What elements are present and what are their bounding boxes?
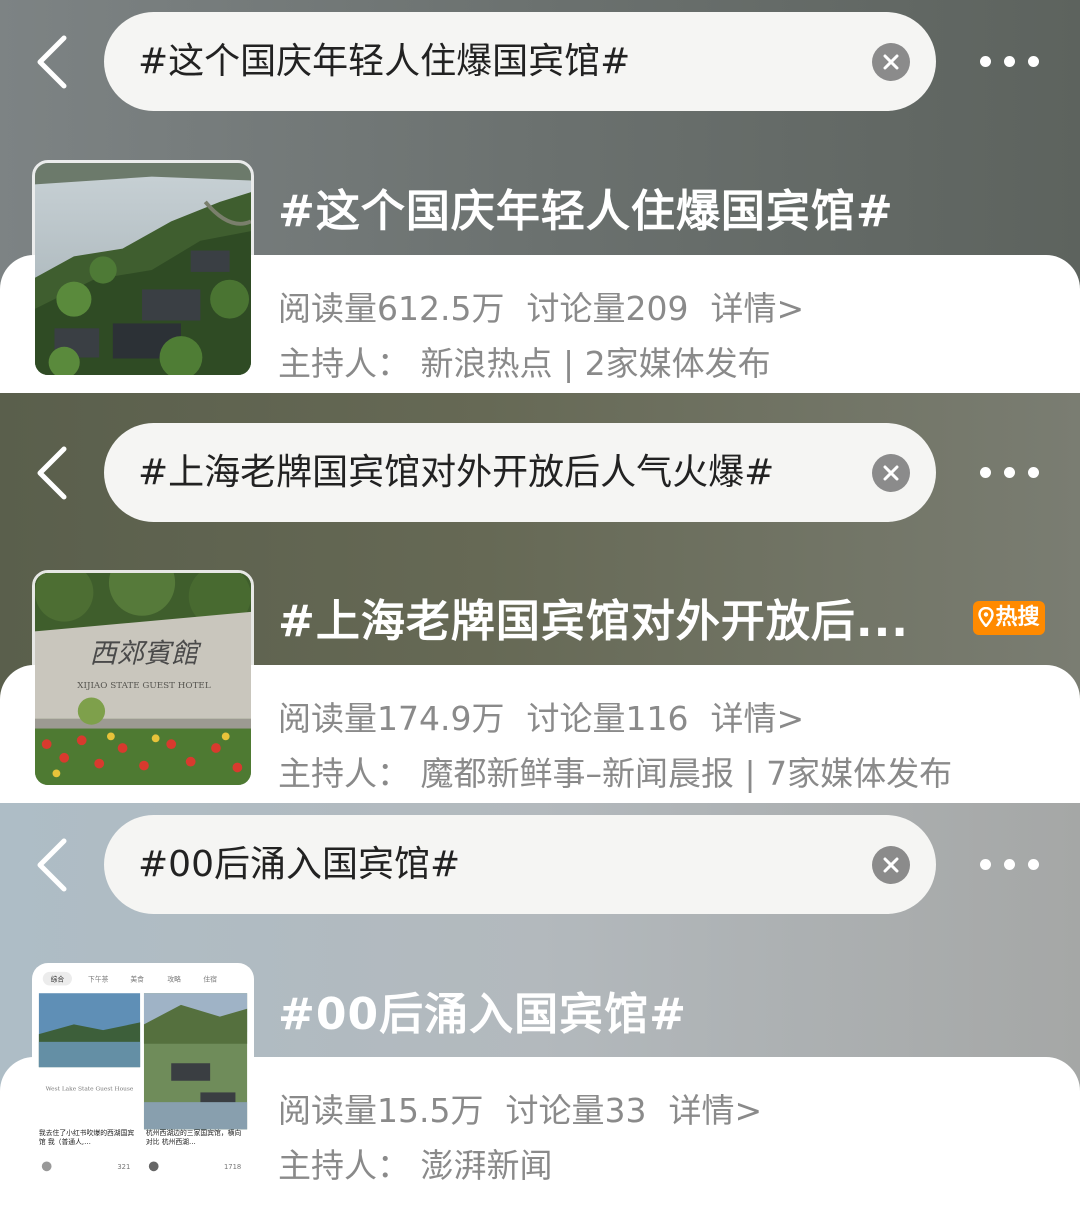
guest-house-sign-image: 西郊賓館 XIJIAO STATE GUEST HOTEL bbox=[35, 573, 251, 785]
topic-thumbnail[interactable]: 综合 下午茶 美食 攻略 住宿 West Lake State Guest Ho… bbox=[32, 963, 254, 1181]
thumb-tab-3: 攻略 bbox=[167, 975, 181, 984]
back-button[interactable] bbox=[28, 835, 78, 895]
back-arrow-icon bbox=[37, 35, 67, 89]
badge-label: 热搜 bbox=[995, 605, 1040, 630]
app-screenshot-image: 综合 下午茶 美食 攻略 住宿 West Lake State Guest Ho… bbox=[35, 966, 251, 1178]
thumb-tab-0: 综合 bbox=[51, 975, 65, 984]
topic-panel-1: #这个国庆年轻人住爆国宾馆# #这个国庆年轻人住爆国宾馆# 阅读量612.5万 … bbox=[0, 0, 1080, 393]
back-button[interactable] bbox=[28, 443, 78, 503]
more-dots-icon[interactable] bbox=[978, 853, 1042, 877]
thumb-tab-4: 住宿 bbox=[203, 975, 217, 984]
search-query[interactable]: #这个国庆年轻人住爆国宾馆# bbox=[138, 12, 630, 111]
detail-link[interactable]: 详情> bbox=[710, 289, 804, 328]
detail-link[interactable]: 详情> bbox=[668, 1091, 762, 1130]
nav-bar: #00后涌入国宾馆# bbox=[0, 815, 1080, 915]
back-button[interactable] bbox=[28, 32, 78, 92]
host-line: 主持人： 澎湃新闻 bbox=[278, 1146, 553, 1185]
discussion-count: 讨论量33 bbox=[505, 1091, 647, 1130]
thumb-tab-1: 下午茶 bbox=[88, 975, 109, 984]
location-pin-icon bbox=[978, 606, 995, 628]
clear-button[interactable] bbox=[872, 846, 910, 884]
lake-landscape-image bbox=[35, 163, 251, 375]
clear-button[interactable] bbox=[872, 454, 910, 492]
search-query[interactable]: #上海老牌国宾馆对外开放后人气火爆# bbox=[138, 423, 774, 522]
topic-stats: 阅读量612.5万 讨论量209 详情> bbox=[278, 282, 826, 330]
host-line: 主持人： 魔都新鲜事–新闻晨报 | 7家媒体发布 bbox=[278, 754, 953, 793]
nav-bar: #这个国庆年轻人住爆国宾馆# bbox=[0, 12, 1080, 112]
topic-panel-2: #上海老牌国宾馆对外开放后人气火爆# 西郊賓館 XIJIAO STATE GUE… bbox=[0, 393, 1080, 803]
topic-thumbnail[interactable] bbox=[32, 160, 254, 378]
clear-icon bbox=[883, 465, 899, 481]
topic-title[interactable]: #这个国庆年轻人住爆国宾馆# bbox=[278, 175, 894, 239]
read-count: 阅读量174.9万 bbox=[278, 699, 505, 738]
topic-stats: 阅读量174.9万 讨论量116 详情> bbox=[278, 692, 826, 740]
discussion-count: 讨论量209 bbox=[526, 289, 689, 328]
thumb-right-post: 杭州西湖边的三家国宾馆，横向对比 杭州西湖… bbox=[145, 1129, 242, 1146]
clear-button[interactable] bbox=[872, 43, 910, 81]
clear-icon bbox=[883, 54, 899, 70]
more-dots-icon[interactable] bbox=[978, 50, 1042, 74]
search-box[interactable]: #这个国庆年轻人住爆国宾馆# bbox=[104, 12, 936, 111]
thumb-left-post: 我去住了小红书吹爆的西湖国宾馆 我（普通人,… bbox=[38, 1129, 135, 1146]
thumb-left-likes: 321 bbox=[117, 1163, 130, 1171]
thumb-tab-2: 美食 bbox=[130, 975, 144, 984]
topic-title[interactable]: #上海老牌国宾馆对外开放后... bbox=[278, 585, 909, 649]
nav-bar: #上海老牌国宾馆对外开放后人气火爆# bbox=[0, 423, 1080, 523]
search-box[interactable]: #00后涌入国宾馆# bbox=[104, 815, 936, 914]
topic-thumbnail[interactable]: 西郊賓館 XIJIAO STATE GUEST HOTEL bbox=[32, 570, 254, 788]
thumb-caption-en: West Lake State Guest House bbox=[46, 1086, 134, 1092]
topic-stats: 阅读量15.5万 讨论量33 详情> bbox=[278, 1084, 784, 1132]
clear-icon bbox=[883, 857, 899, 873]
search-box[interactable]: #上海老牌国宾馆对外开放后人气火爆# bbox=[104, 423, 936, 522]
read-count: 阅读量612.5万 bbox=[278, 289, 505, 328]
thumb-right-likes: 1718 bbox=[224, 1163, 241, 1171]
search-query[interactable]: #00后涌入国宾馆# bbox=[138, 815, 460, 914]
sign-chinese-text: 西郊賓館 bbox=[90, 638, 203, 669]
discussion-count: 讨论量116 bbox=[526, 699, 689, 738]
back-arrow-icon bbox=[37, 838, 67, 892]
read-count: 阅读量15.5万 bbox=[278, 1091, 484, 1130]
detail-link[interactable]: 详情> bbox=[710, 699, 804, 738]
host-line: 主持人： 新浪热点 | 2家媒体发布 bbox=[278, 344, 771, 383]
topic-panel-3: #00后涌入国宾馆# 综合 下午茶 美食 攻略 住宿 West Lake Sta… bbox=[0, 803, 1080, 1208]
more-dots-icon[interactable] bbox=[978, 461, 1042, 485]
topic-title[interactable]: #00后涌入国宾馆# bbox=[278, 978, 687, 1042]
hot-search-badge: 热搜 bbox=[973, 601, 1045, 635]
sign-english-text: XIJIAO STATE GUEST HOTEL bbox=[77, 681, 211, 691]
back-arrow-icon bbox=[37, 446, 67, 500]
